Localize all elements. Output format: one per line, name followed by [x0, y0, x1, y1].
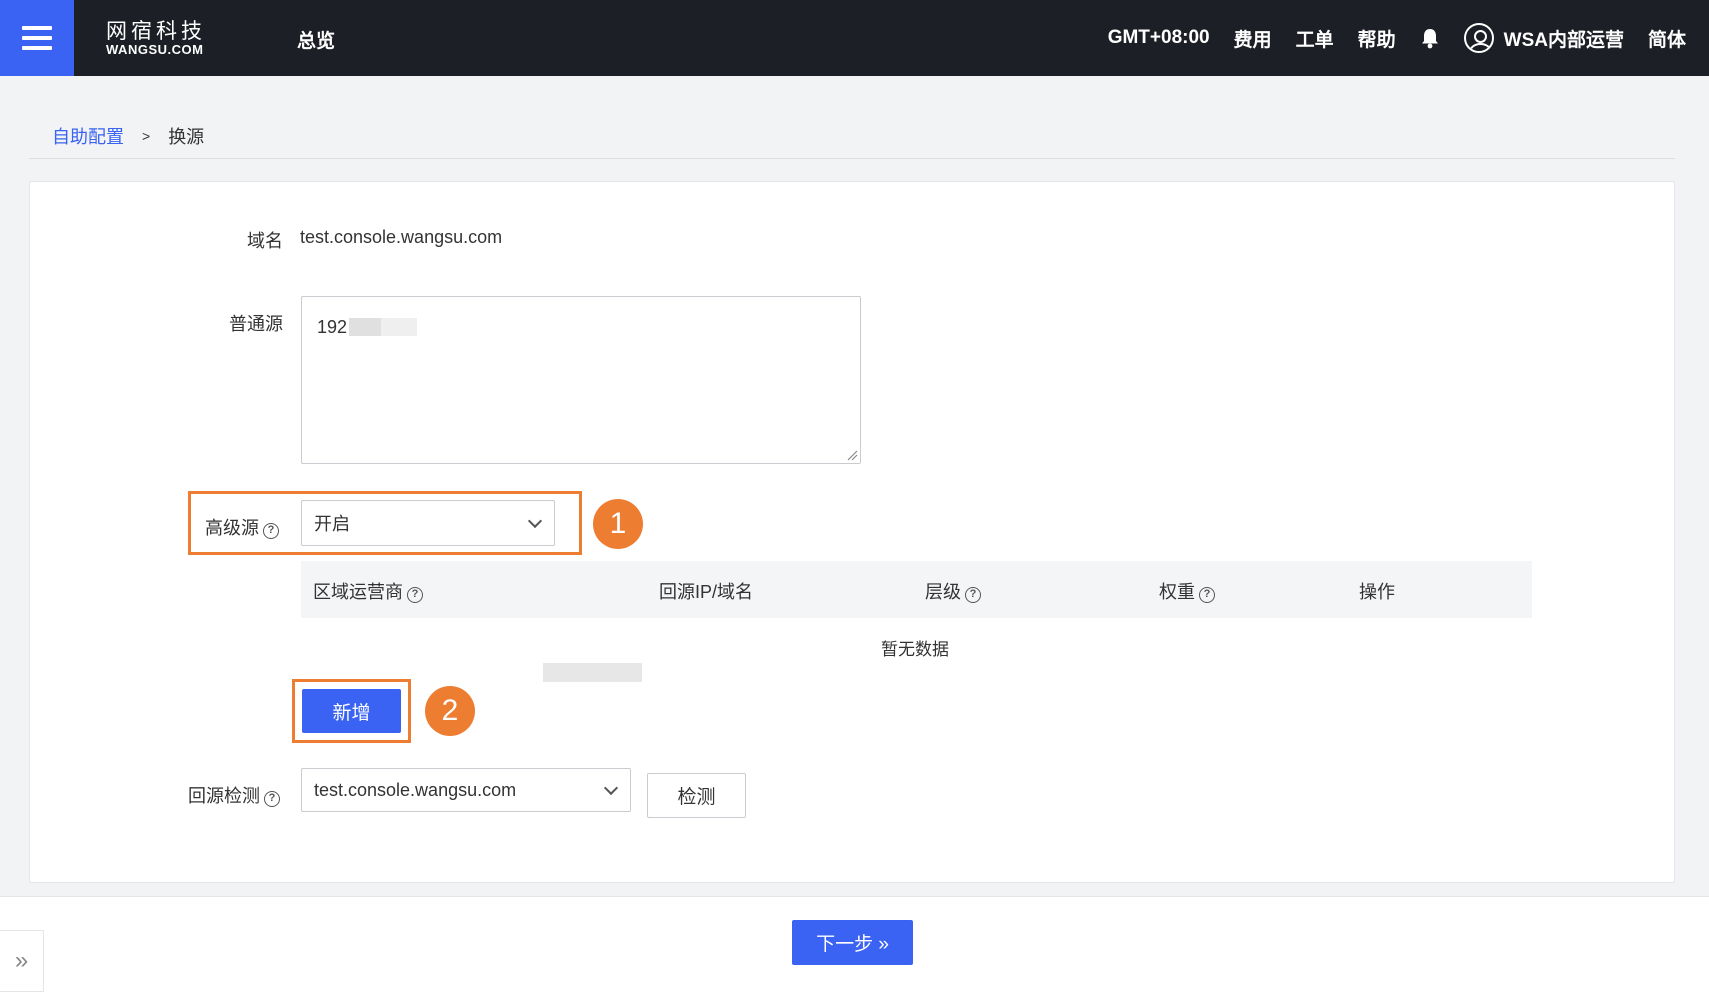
nav-fees[interactable]: 费用: [1234, 25, 1272, 52]
column-weight: 权重?: [1159, 578, 1215, 604]
help-icon[interactable]: ?: [407, 587, 423, 603]
nav-overview[interactable]: 总览: [297, 26, 335, 53]
logo[interactable]: 网宿科技 WANGSU.COM: [106, 20, 206, 57]
logo-cn: 网宿科技: [106, 19, 206, 43]
check-button[interactable]: 检测: [647, 773, 746, 818]
redacted-block: [543, 663, 642, 682]
user-menu[interactable]: WSA内部运营: [1463, 23, 1624, 53]
redacted-block: [349, 318, 382, 336]
bell-icon[interactable]: [1420, 27, 1440, 49]
help-icon[interactable]: ?: [263, 523, 279, 539]
top-bar: 网宿科技 WANGSU.COM 总览 GMT+08:00 费用 工单 帮助 WS…: [0, 0, 1709, 76]
help-icon[interactable]: ?: [965, 587, 981, 603]
column-region-carrier: 区域运营商?: [313, 578, 423, 604]
breadcrumb-current: 换源: [168, 127, 205, 147]
step-badge-1: 1: [593, 499, 643, 549]
advanced-origin-table-header: 区域运营商? 回源IP/域名 层级? 权重? 操作: [301, 561, 1532, 618]
user-circle-icon: [1463, 23, 1494, 53]
column-level: 层级?: [925, 578, 981, 604]
resize-handle-icon[interactable]: [846, 449, 858, 461]
advanced-origin-select[interactable]: 开启: [301, 500, 555, 546]
chevron-down-icon: [528, 516, 542, 530]
advanced-origin-value: 开启: [314, 514, 350, 534]
normal-origin-textarea[interactable]: 192: [301, 296, 861, 464]
add-button[interactable]: 新增: [302, 689, 401, 733]
column-actions: 操作: [1359, 582, 1395, 602]
domain-label: 域名: [247, 231, 283, 251]
origin-check-select[interactable]: test.console.wangsu.com: [301, 768, 631, 812]
page-scrollbar[interactable]: [1699, 76, 1709, 992]
logo-en: WANGSU.COM: [106, 42, 204, 57]
nav-tickets[interactable]: 工单: [1296, 25, 1334, 52]
table-empty-text: 暂无数据: [881, 640, 949, 659]
divider: [29, 158, 1675, 159]
origin-check-value: test.console.wangsu.com: [314, 779, 517, 800]
user-name: WSA内部运营: [1503, 29, 1624, 51]
redacted-block: [381, 318, 418, 336]
normal-origin-label: 普通源: [229, 314, 283, 334]
next-step-button[interactable]: 下一步 »: [792, 920, 913, 965]
origin-switch-form: 域名 test.console.wangsu.com 普通源 192 高级源? …: [29, 181, 1675, 883]
normal-origin-value: 192: [317, 317, 348, 337]
domain-value: test.console.wangsu.com: [300, 227, 503, 247]
advanced-origin-label: 高级源?: [205, 514, 315, 540]
language-selector[interactable]: 简体: [1648, 25, 1686, 52]
help-icon[interactable]: ?: [1199, 587, 1215, 603]
help-icon[interactable]: ?: [264, 791, 280, 807]
timezone-selector[interactable]: GMT+08:00: [1108, 27, 1210, 49]
chevron-down-icon: [604, 783, 618, 797]
breadcrumb-self-config[interactable]: 自助配置: [52, 123, 124, 149]
hamburger-menu-button[interactable]: [0, 0, 74, 76]
nav-help[interactable]: 帮助: [1358, 25, 1396, 52]
double-chevron-right-icon[interactable]: »: [0, 930, 44, 992]
column-origin-ip: 回源IP/域名: [659, 582, 754, 602]
breadcrumb-separator: >: [142, 128, 151, 144]
step-badge-2: 2: [425, 686, 475, 736]
top-right-menu: GMT+08:00 费用 工单 帮助 WSA内部运营 简体: [1108, 0, 1686, 76]
hamburger-icon: [22, 26, 52, 30]
breadcrumb: 自助配置 > 换源: [52, 123, 204, 149]
